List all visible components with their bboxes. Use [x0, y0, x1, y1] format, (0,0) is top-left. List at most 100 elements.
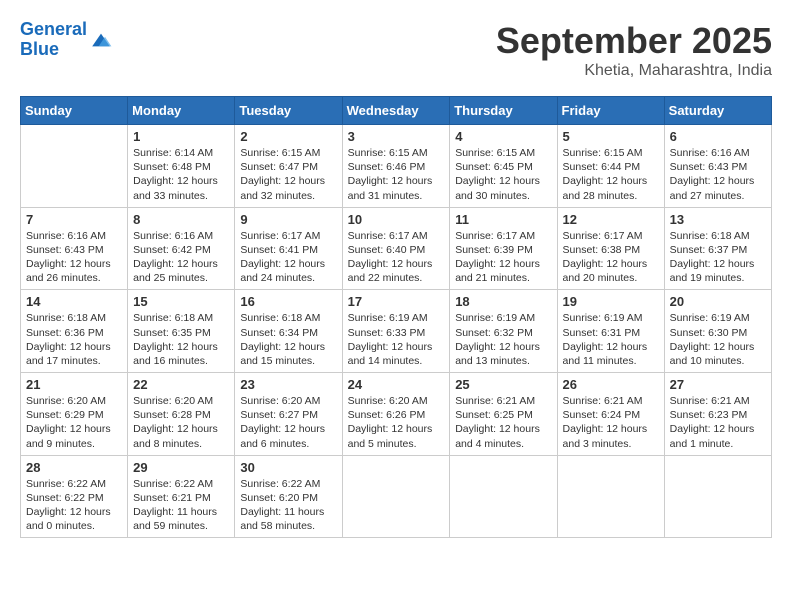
cell-info: Sunrise: 6:21 AM Sunset: 6:25 PM Dayligh… [455, 394, 551, 451]
day-number: 27 [670, 377, 766, 392]
calendar-cell: 23 Sunrise: 6:20 AM Sunset: 6:27 PM Dayli… [235, 373, 342, 456]
logo-icon [89, 30, 113, 50]
week-row-5: 28 Sunrise: 6:22 AM Sunset: 6:22 PM Dayli… [21, 455, 772, 538]
calendar-cell: 5Sunrise: 6:15 AM Sunset: 6:44 PM Daylig… [557, 125, 664, 208]
cell-info: Sunrise: 6:20 AM Sunset: 6:29 PM Dayligh… [26, 394, 122, 451]
day-number: 16 [240, 294, 336, 309]
cell-info: Sunrise: 6:18 AM Sunset: 6:35 PM Dayligh… [133, 311, 229, 368]
calendar-cell: 20 Sunrise: 6:19 AM Sunset: 6:30 PM Dayli… [664, 290, 771, 373]
cell-info: Sunrise: 6:17 AM Sunset: 6:39 PM Dayligh… [455, 229, 551, 286]
calendar-cell: 28 Sunrise: 6:22 AM Sunset: 6:22 PM Dayli… [21, 455, 128, 538]
day-number: 2 [240, 129, 336, 144]
day-number: 24 [348, 377, 445, 392]
day-number: 17 [348, 294, 445, 309]
day-number: 23 [240, 377, 336, 392]
day-number: 28 [26, 460, 122, 475]
month-title: September 2025 [496, 20, 772, 62]
day-number: 9 [240, 212, 336, 227]
calendar-cell [342, 455, 450, 538]
title-block: September 2025 Khetia, Maharashtra, Indi… [496, 20, 772, 80]
cell-info: Sunrise: 6:18 AM Sunset: 6:34 PM Dayligh… [240, 311, 336, 368]
day-number: 22 [133, 377, 229, 392]
cell-info: Sunrise: 6:16 AM Sunset: 6:43 PM Dayligh… [26, 229, 122, 286]
calendar-cell: 11 Sunrise: 6:17 AM Sunset: 6:39 PM Dayli… [450, 207, 557, 290]
day-number: 4 [455, 129, 551, 144]
calendar-cell: 18 Sunrise: 6:19 AM Sunset: 6:32 PM Dayli… [450, 290, 557, 373]
week-row-2: 7 Sunrise: 6:16 AM Sunset: 6:43 PM Daylig… [21, 207, 772, 290]
calendar-cell [450, 455, 557, 538]
cell-info: Sunrise: 6:19 AM Sunset: 6:33 PM Dayligh… [348, 311, 445, 368]
logo-general: General [20, 19, 87, 39]
header-row: SundayMondayTuesdayWednesdayThursdayFrid… [21, 97, 772, 125]
cell-info: Sunrise: 6:20 AM Sunset: 6:27 PM Dayligh… [240, 394, 336, 451]
header-cell-monday: Monday [128, 97, 235, 125]
day-number: 30 [240, 460, 336, 475]
calendar-body: 1 Sunrise: 6:14 AM Sunset: 6:48 PM Daylig… [21, 125, 772, 538]
calendar-cell: 6 Sunrise: 6:16 AM Sunset: 6:43 PM Daylig… [664, 125, 771, 208]
calendar-cell: 24 Sunrise: 6:20 AM Sunset: 6:26 PM Dayli… [342, 373, 450, 456]
cell-info: Sunrise: 6:20 AM Sunset: 6:28 PM Dayligh… [133, 394, 229, 451]
calendar-cell: 17 Sunrise: 6:19 AM Sunset: 6:33 PM Dayli… [342, 290, 450, 373]
header-cell-friday: Friday [557, 97, 664, 125]
cell-info: Sunrise: 6:15 AM Sunset: 6:47 PM Dayligh… [240, 146, 336, 203]
week-row-4: 21 Sunrise: 6:20 AM Sunset: 6:29 PM Dayli… [21, 373, 772, 456]
calendar-cell: 9Sunrise: 6:17 AM Sunset: 6:41 PM Daylig… [235, 207, 342, 290]
week-row-3: 14Sunrise: 6:18 AM Sunset: 6:36 PM Dayli… [21, 290, 772, 373]
calendar-cell: 4Sunrise: 6:15 AM Sunset: 6:45 PM Daylig… [450, 125, 557, 208]
cell-info: Sunrise: 6:17 AM Sunset: 6:38 PM Dayligh… [563, 229, 659, 286]
cell-info: Sunrise: 6:18 AM Sunset: 6:36 PM Dayligh… [26, 311, 122, 368]
cell-info: Sunrise: 6:22 AM Sunset: 6:21 PM Dayligh… [133, 477, 229, 534]
cell-info: Sunrise: 6:14 AM Sunset: 6:48 PM Dayligh… [133, 146, 229, 203]
page-header: General Blue September 2025 Khetia, Maha… [20, 20, 772, 80]
cell-info: Sunrise: 6:19 AM Sunset: 6:31 PM Dayligh… [563, 311, 659, 368]
calendar-cell: 27 Sunrise: 6:21 AM Sunset: 6:23 PM Dayli… [664, 373, 771, 456]
calendar-header: SundayMondayTuesdayWednesdayThursdayFrid… [21, 97, 772, 125]
calendar-cell: 2 Sunrise: 6:15 AM Sunset: 6:47 PM Daylig… [235, 125, 342, 208]
calendar-cell: 22 Sunrise: 6:20 AM Sunset: 6:28 PM Dayli… [128, 373, 235, 456]
day-number: 21 [26, 377, 122, 392]
day-number: 29 [133, 460, 229, 475]
header-cell-tuesday: Tuesday [235, 97, 342, 125]
cell-info: Sunrise: 6:16 AM Sunset: 6:42 PM Dayligh… [133, 229, 229, 286]
day-number: 6 [670, 129, 766, 144]
calendar-cell: 1 Sunrise: 6:14 AM Sunset: 6:48 PM Daylig… [128, 125, 235, 208]
day-number: 1 [133, 129, 229, 144]
day-number: 25 [455, 377, 551, 392]
day-number: 20 [670, 294, 766, 309]
day-number: 11 [455, 212, 551, 227]
day-number: 19 [563, 294, 659, 309]
day-number: 5 [563, 129, 659, 144]
cell-info: Sunrise: 6:18 AM Sunset: 6:37 PM Dayligh… [670, 229, 766, 286]
header-cell-saturday: Saturday [664, 97, 771, 125]
day-number: 13 [670, 212, 766, 227]
calendar-cell: 13 Sunrise: 6:18 AM Sunset: 6:37 PM Dayli… [664, 207, 771, 290]
calendar-cell [21, 125, 128, 208]
calendar-cell: 16 Sunrise: 6:18 AM Sunset: 6:34 PM Dayli… [235, 290, 342, 373]
cell-info: Sunrise: 6:16 AM Sunset: 6:43 PM Dayligh… [670, 146, 766, 203]
calendar-table: SundayMondayTuesdayWednesdayThursdayFrid… [20, 96, 772, 538]
cell-info: Sunrise: 6:17 AM Sunset: 6:40 PM Dayligh… [348, 229, 445, 286]
cell-info: Sunrise: 6:19 AM Sunset: 6:32 PM Dayligh… [455, 311, 551, 368]
cell-info: Sunrise: 6:20 AM Sunset: 6:26 PM Dayligh… [348, 394, 445, 451]
cell-info: Sunrise: 6:22 AM Sunset: 6:22 PM Dayligh… [26, 477, 122, 534]
day-number: 7 [26, 212, 122, 227]
header-cell-thursday: Thursday [450, 97, 557, 125]
day-number: 10 [348, 212, 445, 227]
cell-info: Sunrise: 6:15 AM Sunset: 6:46 PM Dayligh… [348, 146, 445, 203]
calendar-cell: 3Sunrise: 6:15 AM Sunset: 6:46 PM Daylig… [342, 125, 450, 208]
calendar-cell [557, 455, 664, 538]
logo: General Blue [20, 20, 113, 60]
day-number: 12 [563, 212, 659, 227]
cell-info: Sunrise: 6:19 AM Sunset: 6:30 PM Dayligh… [670, 311, 766, 368]
cell-info: Sunrise: 6:21 AM Sunset: 6:23 PM Dayligh… [670, 394, 766, 451]
calendar-cell: 26Sunrise: 6:21 AM Sunset: 6:24 PM Dayli… [557, 373, 664, 456]
calendar-cell [664, 455, 771, 538]
calendar-cell: 7 Sunrise: 6:16 AM Sunset: 6:43 PM Daylig… [21, 207, 128, 290]
header-cell-sunday: Sunday [21, 97, 128, 125]
calendar-cell: 29 Sunrise: 6:22 AM Sunset: 6:21 PM Dayli… [128, 455, 235, 538]
calendar-cell: 12 Sunrise: 6:17 AM Sunset: 6:38 PM Dayli… [557, 207, 664, 290]
cell-info: Sunrise: 6:22 AM Sunset: 6:20 PM Dayligh… [240, 477, 336, 534]
day-number: 18 [455, 294, 551, 309]
calendar-cell: 21 Sunrise: 6:20 AM Sunset: 6:29 PM Dayli… [21, 373, 128, 456]
day-number: 8 [133, 212, 229, 227]
